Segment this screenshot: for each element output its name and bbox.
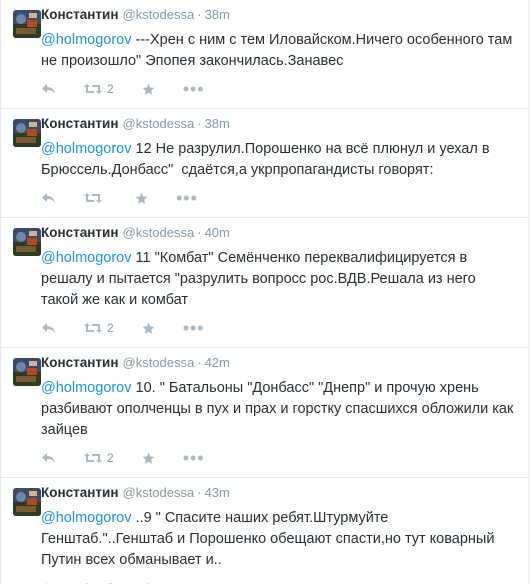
- tweet-text: @holmogorov ---Хрен с ним с тем Иловайск…: [41, 30, 515, 72]
- more-options-icon: •••: [182, 448, 205, 468]
- tweet-actions: •••: [41, 187, 515, 209]
- header-separator: ·: [197, 355, 202, 370]
- tweet-header: Константин @kstodessa · 40m: [41, 224, 515, 242]
- avatar[interactable]: [13, 228, 41, 256]
- tweet-text: @holmogorov 12 Не разрулил.Порошенко на …: [41, 139, 515, 181]
- avatar-image-icon: [13, 228, 41, 256]
- avatar-image-icon: [13, 358, 41, 386]
- tweet-timestamp[interactable]: 38m: [205, 115, 230, 133]
- header-separator: ·: [197, 116, 202, 131]
- retweet-count: 2: [107, 321, 114, 335]
- reply-button[interactable]: [41, 83, 56, 95]
- reply-button[interactable]: [41, 452, 56, 464]
- reply-icon: [42, 193, 55, 203]
- star-icon: [135, 192, 148, 204]
- tweet-timestamp[interactable]: 42m: [205, 354, 230, 372]
- user-fullname[interactable]: Константин: [41, 224, 119, 242]
- more-options-icon: •••: [182, 318, 205, 338]
- star-icon: [142, 322, 155, 334]
- avatar-image-icon: [13, 119, 41, 147]
- avatar[interactable]: [13, 358, 41, 386]
- tweet-actions: 2 •••: [41, 78, 515, 100]
- retweet-button[interactable]: [84, 192, 107, 204]
- user-fullname[interactable]: Константин: [41, 484, 119, 502]
- tweet-text: @holmogorov ..9 " Спасите наших ребят.Шт…: [41, 508, 515, 571]
- avatar[interactable]: [13, 488, 41, 516]
- tweet-timestamp[interactable]: 38m: [205, 6, 230, 24]
- header-separator: ·: [197, 225, 202, 240]
- reply-button[interactable]: [41, 192, 56, 204]
- header-separator: ·: [197, 485, 202, 500]
- user-fullname[interactable]: Константин: [41, 6, 119, 24]
- tweet[interactable]: Константин @kstodessa · 38m @holmogorov …: [1, 109, 529, 218]
- retweet-button[interactable]: 2: [84, 82, 114, 96]
- more-options-icon: •••: [182, 79, 205, 99]
- tweet[interactable]: Константин @kstodessa · 43m @holmogorov …: [1, 478, 529, 584]
- favorite-button[interactable]: [142, 452, 155, 465]
- retweet-count: 2: [107, 451, 114, 465]
- tweet-actions: 2 •••: [41, 317, 515, 339]
- mention-link[interactable]: @holmogorov: [41, 141, 131, 157]
- favorite-button[interactable]: [135, 192, 148, 205]
- favorite-button[interactable]: [142, 322, 155, 335]
- mention-link[interactable]: @holmogorov: [41, 250, 131, 266]
- user-fullname[interactable]: Константин: [41, 115, 119, 133]
- timeline: Константин @kstodessa · 38m @holmogorov …: [0, 0, 530, 584]
- tweet-timestamp[interactable]: 43m: [205, 484, 230, 502]
- retweet-button[interactable]: 2: [84, 451, 114, 465]
- avatar[interactable]: [13, 119, 41, 147]
- tweet-header: Константин @kstodessa · 38m: [41, 6, 515, 24]
- tweet-timestamp[interactable]: 40m: [205, 224, 230, 242]
- star-icon: [142, 83, 155, 95]
- mention-link[interactable]: @holmogorov: [41, 380, 131, 396]
- more-options-button[interactable]: •••: [182, 79, 205, 99]
- tweet-text: @holmogorov 10. " Батальоны "Донбасс" "Д…: [41, 378, 515, 441]
- more-options-icon: •••: [176, 188, 198, 208]
- tweet-header: Константин @kstodessa · 43m: [41, 484, 515, 502]
- tweet[interactable]: Константин @kstodessa · 38m @holmogorov …: [1, 0, 529, 109]
- reply-icon: [42, 453, 55, 463]
- star-icon: [142, 452, 155, 464]
- tweet-header: Константин @kstodessa · 38m: [41, 115, 515, 133]
- avatar-image-icon: [13, 488, 41, 516]
- avatar-image-icon: [13, 10, 41, 38]
- user-screen-name[interactable]: @kstodessa: [123, 6, 195, 24]
- retweet-icon: [84, 84, 102, 94]
- retweet-icon: [84, 323, 102, 333]
- more-options-button[interactable]: •••: [182, 448, 205, 468]
- avatar[interactable]: [13, 10, 41, 38]
- favorite-button[interactable]: [142, 83, 155, 96]
- tweet-header: Константин @kstodessa · 42m: [41, 354, 515, 372]
- header-separator: ·: [197, 7, 202, 22]
- mention-link[interactable]: @holmogorov: [41, 32, 131, 48]
- more-options-button[interactable]: •••: [176, 188, 198, 208]
- reply-icon: [42, 84, 55, 94]
- user-screen-name[interactable]: @kstodessa: [123, 224, 195, 242]
- retweet-count: 2: [107, 82, 114, 96]
- tweet[interactable]: Константин @kstodessa · 42m @holmogorov …: [1, 348, 529, 478]
- user-fullname[interactable]: Константин: [41, 354, 119, 372]
- reply-icon: [42, 323, 55, 333]
- user-screen-name[interactable]: @kstodessa: [123, 354, 195, 372]
- mention-link[interactable]: @holmogorov: [41, 510, 131, 526]
- tweet[interactable]: Константин @kstodessa · 40m @holmogorov …: [1, 218, 529, 348]
- tweet-text: @holmogorov 11 "Комбат" Семёнченко перек…: [41, 248, 515, 311]
- tweet-actions: 2 •••: [41, 577, 515, 584]
- retweet-icon: [84, 453, 102, 463]
- user-screen-name[interactable]: @kstodessa: [123, 484, 195, 502]
- reply-button[interactable]: [41, 322, 56, 334]
- retweet-button[interactable]: 2: [84, 321, 114, 335]
- user-screen-name[interactable]: @kstodessa: [123, 115, 195, 133]
- more-options-button[interactable]: •••: [182, 318, 205, 338]
- retweet-icon: [84, 193, 102, 203]
- tweet-actions: 2 •••: [41, 447, 515, 469]
